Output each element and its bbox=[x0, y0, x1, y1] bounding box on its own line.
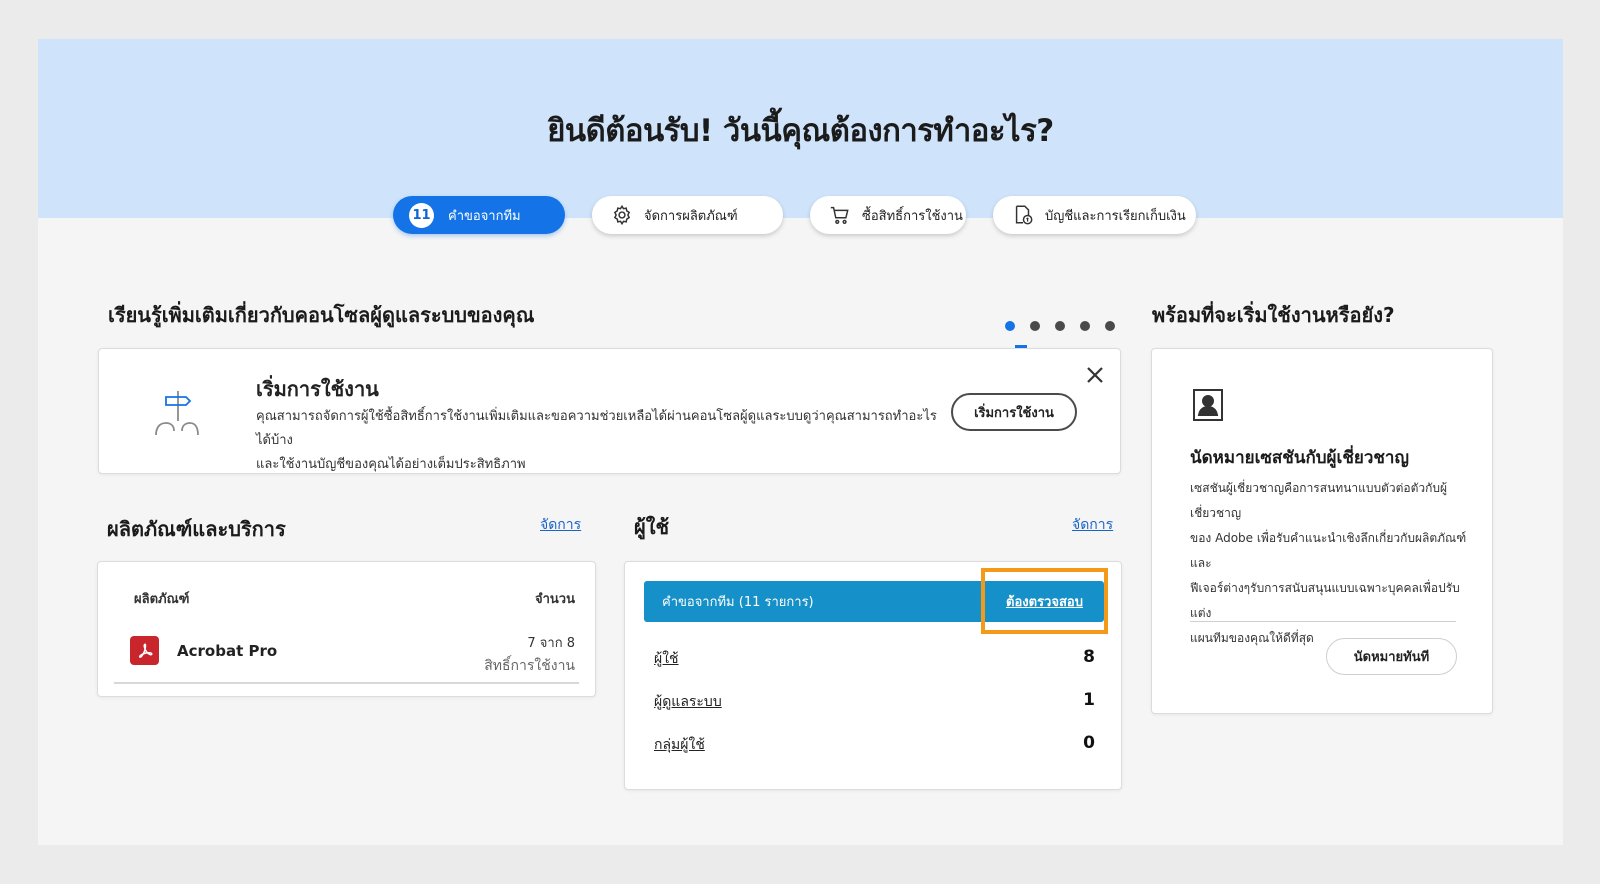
tab-label: คำขอจากทีม bbox=[448, 208, 521, 224]
tab-buy-licenses[interactable]: ซื้อสิทธิ์การใช้งาน bbox=[810, 196, 966, 234]
request-count-badge: 11 bbox=[409, 202, 434, 228]
column-header-product: ผลิตภัณฑ์ bbox=[134, 592, 190, 607]
ready-section-title: พร้อมที่จะเริ่มใช้งานหรือยัง? bbox=[1152, 303, 1395, 327]
products-manage-link[interactable]: จัดการ bbox=[540, 514, 581, 536]
cart-icon bbox=[828, 203, 852, 227]
expert-session-card: นัดหมายเซสชันกับผู้เชี่ยวชาญ เซสชันผู้เช… bbox=[1151, 348, 1493, 714]
tab-manage-products[interactable]: จัดการผลิตภัณฑ์ bbox=[592, 196, 783, 234]
users-count: 8 bbox=[1083, 647, 1095, 667]
products-card: ผลิตภัณฑ์ จำนวน Acrobat Pro 7 จาก 8 สิทธ… bbox=[97, 561, 596, 697]
team-requests-label: คำขอจากทีม (11 รายการ) bbox=[662, 595, 814, 610]
book-now-button[interactable]: นัดหมายทันที bbox=[1326, 638, 1457, 675]
column-header-count: จำนวน bbox=[535, 592, 575, 607]
expert-session-description: เซสชันผู้เชี่ยวชาญคือการสนทนาแบบตัวต่อตั… bbox=[1190, 481, 1467, 645]
page-title: ยินดีต้อนรับ! วันนี้คุณต้องการทำอะไร? bbox=[547, 113, 1054, 149]
review-required-highlight: ต้องตรวจสอบ bbox=[981, 568, 1108, 634]
admin-console-home: ยินดีต้อนรับ! วันนี้คุณต้องการทำอะไร? 11… bbox=[38, 39, 1563, 845]
tab-label: บัญชีและการเรียกเก็บเงิน bbox=[1045, 208, 1186, 224]
divider bbox=[114, 682, 579, 684]
review-required-link[interactable]: ต้องตรวจสอบ bbox=[1006, 591, 1083, 612]
carousel-dot-3[interactable] bbox=[1055, 321, 1065, 331]
carousel-dot-2[interactable] bbox=[1030, 321, 1040, 331]
get-started-card: เริ่มการใช้งาน คุณสามารถจัดการผู้ใช้ซื้อ… bbox=[98, 348, 1121, 474]
quick-action-tabs: 11 คำขอจากทีม จัดการผลิตภัณฑ์ ซื้อสิทธิ์… bbox=[38, 196, 1563, 236]
product-name[interactable]: Acrobat Pro bbox=[177, 642, 277, 660]
users-manage-link[interactable]: จัดการ bbox=[1072, 514, 1113, 536]
carousel-dot-1[interactable] bbox=[1005, 321, 1015, 331]
carousel-dots bbox=[1005, 321, 1115, 331]
billing-doc-icon bbox=[1011, 203, 1035, 227]
product-license-count: 7 จาก 8 สิทธิ์การใช้งาน bbox=[484, 636, 575, 674]
carousel-dot-4[interactable] bbox=[1080, 321, 1090, 331]
tab-team-requests[interactable]: 11 คำขอจากทีม bbox=[393, 196, 565, 234]
learn-section-title: เรียนรู้เพิ่มเติมเกี่ยวกับคอนโซลผู้ดูแลร… bbox=[108, 303, 535, 327]
user-groups-count: 0 bbox=[1083, 733, 1095, 753]
acrobat-icon bbox=[130, 636, 159, 665]
tab-account-billing[interactable]: บัญชีและการเรียกเก็บเงิน bbox=[993, 196, 1196, 234]
carousel-dot-5[interactable] bbox=[1105, 321, 1115, 331]
expert-session-title: นัดหมายเซสชันกับผู้เชี่ยวชาญ bbox=[1190, 448, 1409, 468]
close-icon[interactable] bbox=[1085, 365, 1105, 385]
admins-link[interactable]: ผู้ดูแลระบบ bbox=[654, 691, 722, 713]
users-section-title: ผู้ใช้ bbox=[634, 515, 670, 539]
gear-icon bbox=[610, 203, 634, 227]
users-link[interactable]: ผู้ใช้ bbox=[654, 648, 679, 670]
tab-label: ซื้อสิทธิ์การใช้งาน bbox=[862, 208, 963, 224]
get-started-title: เริ่มการใช้งาน bbox=[256, 377, 379, 401]
hero-banner: ยินดีต้อนรับ! วันนี้คุณต้องการทำอะไร? bbox=[38, 39, 1563, 218]
signpost-icon bbox=[152, 387, 204, 439]
products-section-title: ผลิตภัณฑ์และบริการ bbox=[107, 517, 286, 541]
users-card: คำขอจากทีม (11 รายการ) ต้องตรวจสอบ ผู้ใช… bbox=[624, 561, 1122, 790]
expert-portrait-icon bbox=[1192, 388, 1224, 422]
divider bbox=[1190, 621, 1456, 622]
get-started-button[interactable]: เริ่มการใช้งาน bbox=[951, 393, 1077, 431]
get-started-description: คุณสามารถจัดการผู้ใช้ซื้อสิทธิ์การใช้งาน… bbox=[256, 409, 937, 472]
admins-count: 1 bbox=[1083, 690, 1095, 710]
tab-label: จัดการผลิตภัณฑ์ bbox=[644, 208, 738, 224]
user-groups-link[interactable]: กลุ่มผู้ใช้ bbox=[654, 734, 705, 756]
